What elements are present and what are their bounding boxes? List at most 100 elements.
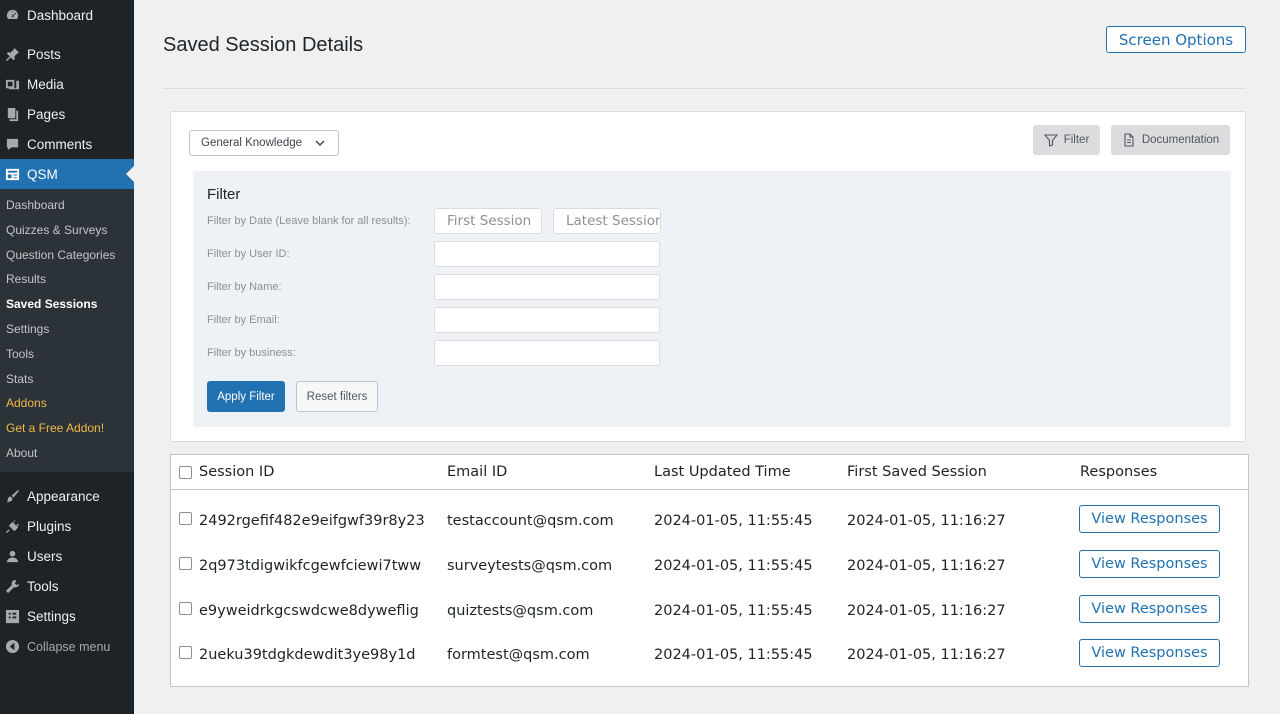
submenu-settings[interactable]: Settings: [0, 317, 134, 342]
column-header-session-id: Session ID: [199, 464, 275, 480]
submenu-tools[interactable]: Tools: [0, 342, 134, 367]
table-row: 2ueku39tdgkdewdit3ye98y1d formtest@qsm.c…: [171, 633, 1248, 677]
collapse-icon: [4, 639, 20, 655]
reset-filters-button[interactable]: Reset filters: [296, 381, 378, 412]
session-id-cell: 2q973tdigwikfcgewfciewi7tww: [199, 558, 422, 574]
last-updated-cell: 2024-01-05, 11:55:45: [654, 603, 813, 619]
row-checkbox[interactable]: [179, 646, 192, 659]
column-header-responses: Responses: [1080, 464, 1158, 480]
business-input[interactable]: [434, 340, 660, 366]
user-id-input[interactable]: [434, 241, 660, 267]
sidebar-item-media[interactable]: Media: [0, 69, 134, 99]
submenu-dashboard[interactable]: Dashboard: [0, 193, 134, 218]
documentation-button[interactable]: Documentation: [1111, 125, 1230, 155]
email-input[interactable]: [434, 307, 660, 333]
sidebar-item-tools[interactable]: Tools: [0, 572, 134, 602]
sidebar-item-label: Tools: [27, 579, 59, 595]
page-title: Saved Session Details: [163, 34, 364, 56]
view-responses-button[interactable]: View Responses: [1079, 639, 1220, 667]
submenu-saved-sessions[interactable]: Saved Sessions: [0, 292, 134, 317]
settings-icon: [4, 609, 20, 625]
documentation-button-label: Documentation: [1141, 134, 1220, 146]
submenu-quizzes-surveys[interactable]: Quizzes & Surveys: [0, 218, 134, 243]
table-row: e9yweidrkgcswdcwe8dyweflig quiztests@qsm…: [171, 589, 1248, 633]
user-icon: [4, 549, 20, 565]
submenu-about[interactable]: About: [0, 441, 134, 466]
date-filter-label: Filter by Date (Leave blank for all resu…: [207, 215, 411, 227]
last-updated-cell: 2024-01-05, 11:55:45: [654, 513, 813, 529]
first-saved-cell: 2024-01-05, 11:16:27: [847, 647, 1006, 663]
submenu-free-addon[interactable]: Get a Free Addon!: [0, 416, 134, 441]
session-id-cell: 2492rgefif482e9eifgwf39r8y23: [199, 513, 425, 529]
name-input[interactable]: [434, 274, 660, 300]
sidebar-item-label: Comments: [27, 136, 93, 152]
table-row: 2492rgefif482e9eifgwf39r8y23 testaccount…: [171, 499, 1248, 543]
sidebar-item-comments[interactable]: Comments: [0, 129, 134, 159]
submenu-stats[interactable]: Stats: [0, 367, 134, 392]
first-saved-cell: 2024-01-05, 11:16:27: [847, 513, 1006, 529]
sidebar-item-label: QSM: [27, 166, 58, 182]
dashboard-icon: [4, 7, 20, 23]
select-all-checkbox[interactable]: [179, 466, 192, 479]
business-filter-label: Filter by business:: [207, 347, 296, 359]
wrench-icon: [4, 579, 20, 595]
sidebar-item-label: Plugins: [27, 519, 72, 535]
row-checkbox[interactable]: [179, 512, 192, 525]
submenu-results[interactable]: Results: [0, 267, 134, 292]
row-checkbox[interactable]: [179, 557, 192, 570]
sidebar-item-users[interactable]: Users: [0, 542, 134, 572]
sidebar-item-label: Settings: [27, 609, 76, 625]
filter-toggle-button[interactable]: Filter: [1033, 125, 1100, 155]
sidebar-item-label: Users: [27, 549, 63, 565]
collapse-menu-button[interactable]: Collapse menu: [0, 632, 134, 662]
comment-icon: [4, 136, 20, 152]
quiz-select-dropdown[interactable]: General Knowledge: [189, 130, 339, 156]
funnel-icon: [1043, 134, 1058, 147]
qsm-icon: [4, 166, 20, 182]
sidebar-item-plugins[interactable]: Plugins: [0, 512, 134, 542]
document-icon: [1124, 133, 1134, 147]
submenu-question-categories[interactable]: Question Categories: [0, 243, 134, 268]
session-id-cell: 2ueku39tdgkdewdit3ye98y1d: [199, 647, 416, 663]
last-updated-cell: 2024-01-05, 11:55:45: [654, 558, 813, 574]
first-saved-cell: 2024-01-05, 11:16:27: [847, 558, 1006, 574]
sidebar-item-label: Pages: [27, 106, 66, 122]
email-cell: testaccount@qsm.com: [447, 513, 614, 529]
email-cell: quiztests@qsm.com: [447, 603, 594, 619]
sidebar-item-appearance[interactable]: Appearance: [0, 482, 134, 512]
filter-panel: General Knowledge Filter Documentation F…: [170, 111, 1246, 442]
sidebar-item-label: Appearance: [27, 489, 100, 505]
submenu-addons[interactable]: Addons: [0, 391, 134, 416]
last-updated-cell: 2024-01-05, 11:55:45: [654, 647, 813, 663]
media-icon: [4, 76, 20, 92]
first-saved-cell: 2024-01-05, 11:16:27: [847, 603, 1006, 619]
view-responses-button[interactable]: View Responses: [1079, 505, 1220, 533]
collapse-label: Collapse menu: [27, 639, 111, 654]
date-to-input[interactable]: [553, 208, 661, 234]
apply-filter-button[interactable]: Apply Filter: [207, 381, 285, 412]
sidebar-item-label: Media: [27, 76, 64, 92]
email-cell: surveytests@qsm.com: [447, 558, 613, 574]
table-row: 2q973tdigwikfcgewfciewi7tww surveytests@…: [171, 544, 1248, 588]
filter-button-label: Filter: [1063, 134, 1090, 146]
plug-icon: [4, 519, 20, 535]
view-responses-button[interactable]: View Responses: [1079, 595, 1220, 623]
qsm-submenu: Dashboard Quizzes & Surveys Question Cat…: [0, 189, 134, 472]
sessions-table: Session ID Email ID Last Updated Time Fi…: [170, 454, 1249, 687]
column-header-first-saved: First Saved Session: [847, 464, 987, 480]
sidebar-item-posts[interactable]: Posts: [0, 39, 134, 69]
view-responses-button[interactable]: View Responses: [1079, 550, 1220, 578]
email-cell: formtest@qsm.com: [447, 647, 590, 663]
screen-options-button[interactable]: Screen Options: [1106, 26, 1246, 53]
sidebar-item-pages[interactable]: Pages: [0, 99, 134, 129]
sidebar-item-dashboard[interactable]: Dashboard: [0, 0, 134, 30]
row-checkbox[interactable]: [179, 602, 192, 615]
filter-form: Filter Filter by Date (Leave blank for a…: [193, 171, 1231, 427]
date-from-input[interactable]: [434, 208, 542, 234]
admin-sidebar: Dashboard Posts Media Pages Comments QSM…: [0, 0, 134, 714]
sidebar-item-settings[interactable]: Settings: [0, 602, 134, 632]
column-header-email-id: Email ID: [447, 464, 508, 480]
sidebar-item-qsm[interactable]: QSM: [0, 159, 134, 189]
name-filter-label: Filter by Name:: [207, 281, 282, 293]
sidebar-item-label: Dashboard: [27, 7, 94, 23]
